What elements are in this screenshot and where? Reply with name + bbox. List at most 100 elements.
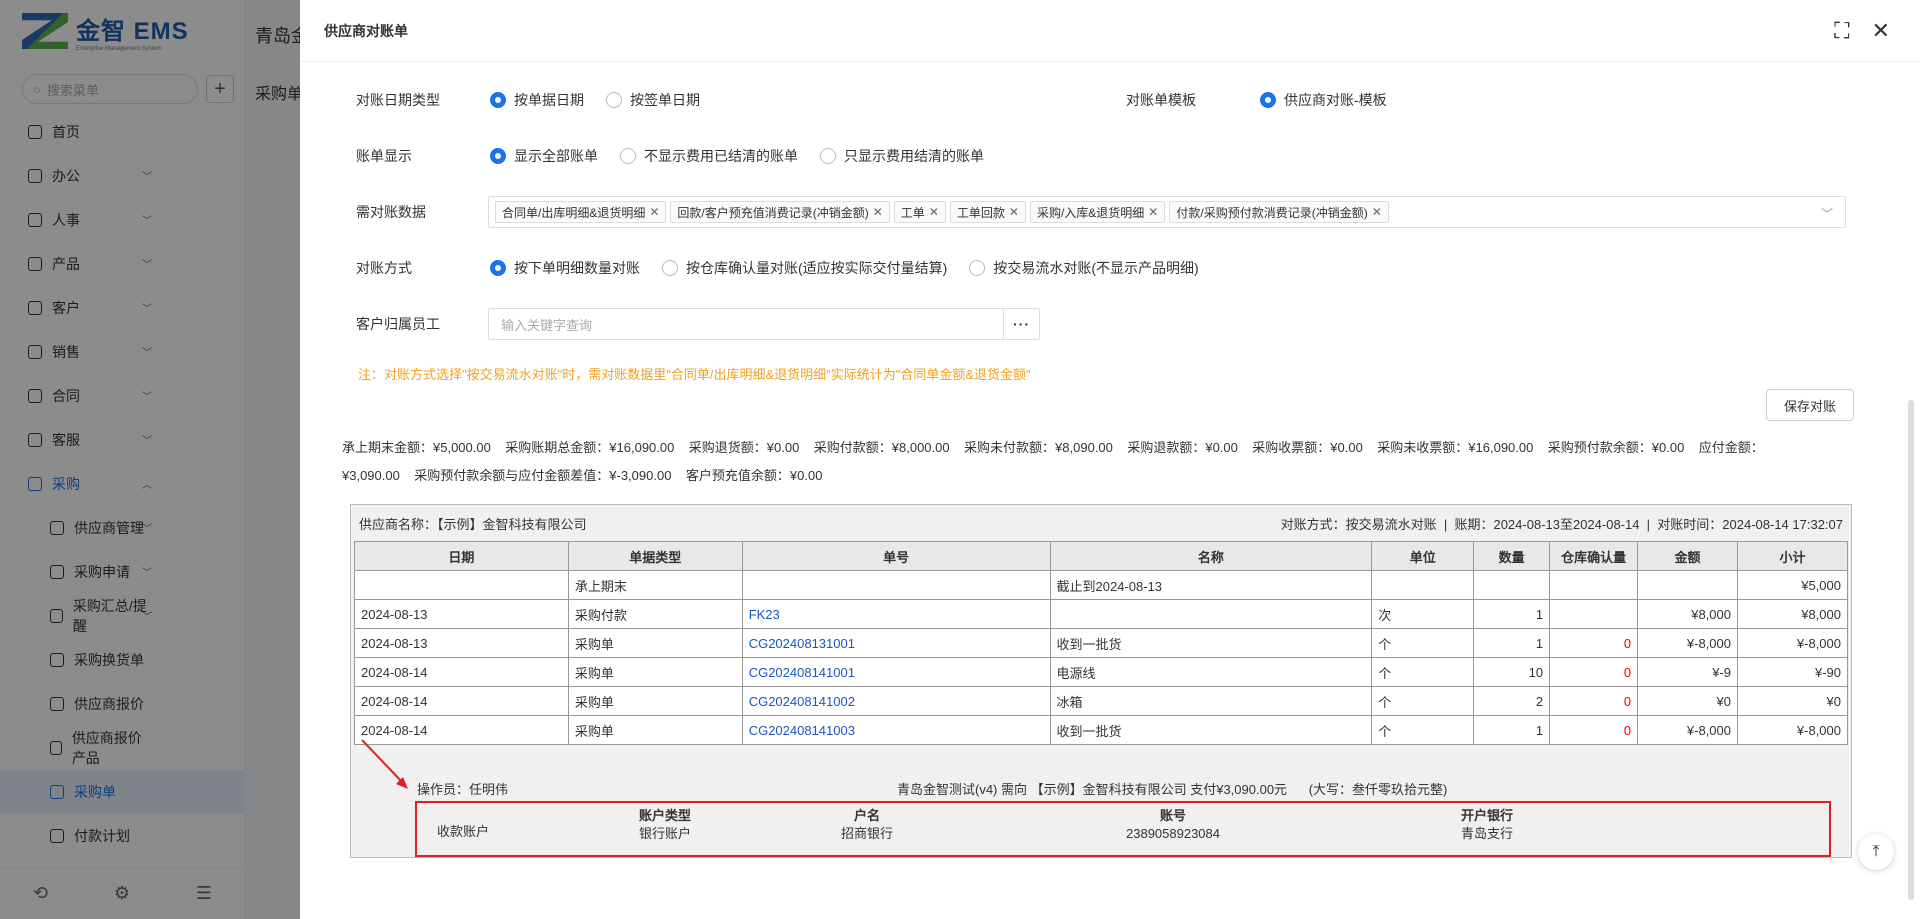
statement-meta: 对账方式：按交易流水对账 | 账期：2024-08-13至2024-08-14 …: [1280, 516, 1843, 532]
column-header: 单位: [1371, 541, 1475, 571]
table-cell: 2: [1473, 686, 1551, 716]
operator: 操作员：任明伟: [417, 782, 509, 797]
table-cell: ¥-8,000: [1737, 628, 1848, 658]
table-cell: [354, 570, 569, 600]
save-reconciliation-button[interactable]: 保存对账: [1766, 389, 1854, 421]
tag-remove-icon[interactable]: ✕: [1372, 205, 1382, 219]
table-cell: 2024-08-13: [354, 628, 569, 658]
table-cell: 0: [1549, 657, 1639, 687]
table-cell[interactable]: CG202408131001: [741, 628, 1051, 658]
table-cell: 2024-08-14: [354, 657, 569, 687]
tag-remove-icon[interactable]: ✕: [649, 205, 659, 219]
table-cell: 0: [1549, 715, 1639, 745]
display-option-settled[interactable]: 只显示费用结清的账单: [820, 146, 984, 166]
table-cell: 1: [1473, 628, 1551, 658]
table-cell[interactable]: CG202408141002: [741, 686, 1051, 716]
table-cell: 0: [1549, 628, 1639, 658]
tag-remove-icon[interactable]: ✕: [929, 205, 939, 219]
staff-row: 客户归属员工: [356, 314, 490, 334]
date-type-option-1[interactable]: 按单据日期: [490, 90, 584, 110]
table-cell[interactable]: CG202408141001: [741, 657, 1051, 687]
table-cell: 采购单: [567, 686, 743, 716]
chevron-down-icon[interactable]: ﹀: [1821, 205, 1833, 222]
column-header: 数量: [1473, 541, 1551, 571]
tag-purchase: 采购/入库&退货明细 ✕: [1029, 201, 1166, 223]
table-cell: 采购付款: [567, 599, 743, 629]
method-option-order[interactable]: 按下单明细数量对账: [490, 258, 640, 278]
staff-search-placeholder: 输入关键字查询: [501, 317, 593, 333]
table-cell: 个: [1371, 686, 1475, 716]
method-option-transaction[interactable]: 按交易流水对账(不显示产品明细): [969, 258, 1199, 278]
statement-sheet: 供应商名称：【示例】金智科技有限公司 对账方式：按交易流水对账 | 账期：202…: [350, 504, 1852, 858]
fullscreen-icon[interactable]: ⛶: [1834, 18, 1849, 44]
table-cell: ¥-8,000: [1737, 715, 1848, 745]
statement-footer: 操作员：任明伟 青岛金智测试(v4) 需向 【示例】金智科技有限公司 支付¥3,…: [351, 765, 1851, 857]
table-cell: 截止到2024-08-13: [1049, 570, 1373, 600]
table-cell: [741, 570, 1051, 600]
tag-payment: 付款/采购预付款消费记录(冲销金额) ✕: [1169, 201, 1389, 223]
table-cell: ¥8,000: [1637, 599, 1738, 629]
table-row: 2024-08-14 采购单 CG202408141003 收到一批货个 1 0 ¥-8,0…: [354, 715, 1848, 745]
table-cell: [1473, 570, 1551, 600]
table-cell: 1: [1473, 715, 1551, 745]
table-cell: 次: [1371, 599, 1475, 629]
date-type-row: 对账日期类型 按单据日期 按签单日期: [356, 90, 700, 110]
date-type-option-2[interactable]: 按签单日期: [606, 90, 700, 110]
table-cell: [1371, 570, 1475, 600]
tag-remove-icon[interactable]: ✕: [873, 205, 883, 219]
arrow-up-icon: ⤒: [1872, 843, 1880, 860]
table-cell: 1: [1473, 599, 1551, 629]
statement-drawer: 供应商对账单 ⛶ ✕ 对账日期类型 按单据日期 按签单日期 对账单模板 供应商对…: [300, 0, 1920, 919]
summary-line-2: ¥3,090.00 采购预付款余额与应付金额差值：¥-3,090.00 客户预充…: [342, 468, 823, 483]
template-option[interactable]: 供应商对账-模板: [1260, 90, 1387, 110]
table-row: 2024-08-14 采购单 CG202408141002 冰箱个 2 0 ¥0 ¥0: [354, 686, 1848, 716]
table-cell: ¥0: [1637, 686, 1738, 716]
table-cell: [1549, 599, 1639, 629]
tag-payment-received: 回款/客户预充值消费记录(冲销金额) ✕: [670, 201, 890, 223]
back-to-top-button[interactable]: ⤒: [1858, 834, 1894, 870]
table-cell: ¥-9: [1637, 657, 1738, 687]
staff-label: 客户归属员工: [356, 316, 440, 332]
display-option-all[interactable]: 显示全部账单: [490, 146, 598, 166]
column-header: 金额: [1637, 541, 1738, 571]
tag-work-order-payment: 工单回款 ✕: [949, 201, 1026, 223]
account-name: 户名 招商银行: [840, 808, 893, 841]
table-cell[interactable]: CG202408141003: [741, 715, 1051, 745]
table-cell: [1049, 599, 1373, 629]
column-header: 仓库确认量: [1549, 541, 1639, 571]
table-row: 2024-08-13 采购单 CG202408131001 收到一批货个 1 0 ¥-8,0…: [354, 628, 1848, 658]
table-cell: ¥0: [1737, 686, 1848, 716]
close-icon[interactable]: ✕: [1872, 18, 1890, 44]
column-header: 名称: [1049, 541, 1373, 571]
table-cell: ¥-90: [1737, 657, 1848, 687]
statement-table: 日期 单据类型 单号 名称 单位 数量 仓库确认量 金额 小计 承上期末 截止到2024-08-1…: [354, 541, 1848, 745]
payment-line: 青岛金智测试(v4) 需向 【示例】金智科技有限公司 支付¥3,090.00元 …: [897, 782, 1448, 797]
more-options-button[interactable]: ···: [1003, 309, 1039, 339]
table-cell: 收到一批货: [1049, 628, 1373, 658]
table-cell: ¥8,000: [1737, 599, 1848, 629]
tag-remove-icon[interactable]: ✕: [1148, 205, 1158, 219]
table-cell[interactable]: FK23: [741, 599, 1051, 629]
table-cell: 承上期末: [567, 570, 743, 600]
table-cell: ¥-8,000: [1637, 628, 1738, 658]
table-cell: 2024-08-14: [354, 686, 569, 716]
data-tag-select[interactable]: 合同单/出库明细&退货明细 ✕ 回款/客户预充值消费记录(冲销金额) ✕ 工单 ✕ 工…: [488, 196, 1846, 228]
tag-remove-icon[interactable]: ✕: [1009, 205, 1019, 219]
method-note: 注：对账方式选择"按交易流水对账"时，需对账数据里"合同单/出库明细&退货明细"…: [358, 367, 1031, 382]
display-label: 账单显示: [356, 148, 412, 164]
staff-search-input[interactable]: 输入关键字查询 ···: [488, 308, 1040, 340]
data-label: 需对账数据: [356, 204, 426, 220]
table-cell: 2024-08-13: [354, 599, 569, 629]
account-bank: 开户银行 青岛支行: [1460, 808, 1513, 841]
column-header: 日期: [354, 541, 569, 571]
scrollbar[interactable]: [1908, 400, 1914, 900]
table-cell: 个: [1371, 628, 1475, 658]
table-cell: ¥5,000: [1737, 570, 1848, 600]
table-cell: [1637, 570, 1738, 600]
supplier-name: 供应商名称：【示例】金智科技有限公司: [359, 516, 587, 532]
drawer-header: 供应商对账单: [300, 0, 1920, 62]
table-row: 承上期末 截止到2024-08-13 ¥5,000: [354, 570, 1848, 600]
display-option-unsettled[interactable]: 不显示费用已结清的账单: [620, 146, 798, 166]
method-option-warehouse[interactable]: 按仓库确认量对账(适应按实际交付量结算): [662, 258, 947, 278]
column-header: 单号: [741, 541, 1051, 571]
